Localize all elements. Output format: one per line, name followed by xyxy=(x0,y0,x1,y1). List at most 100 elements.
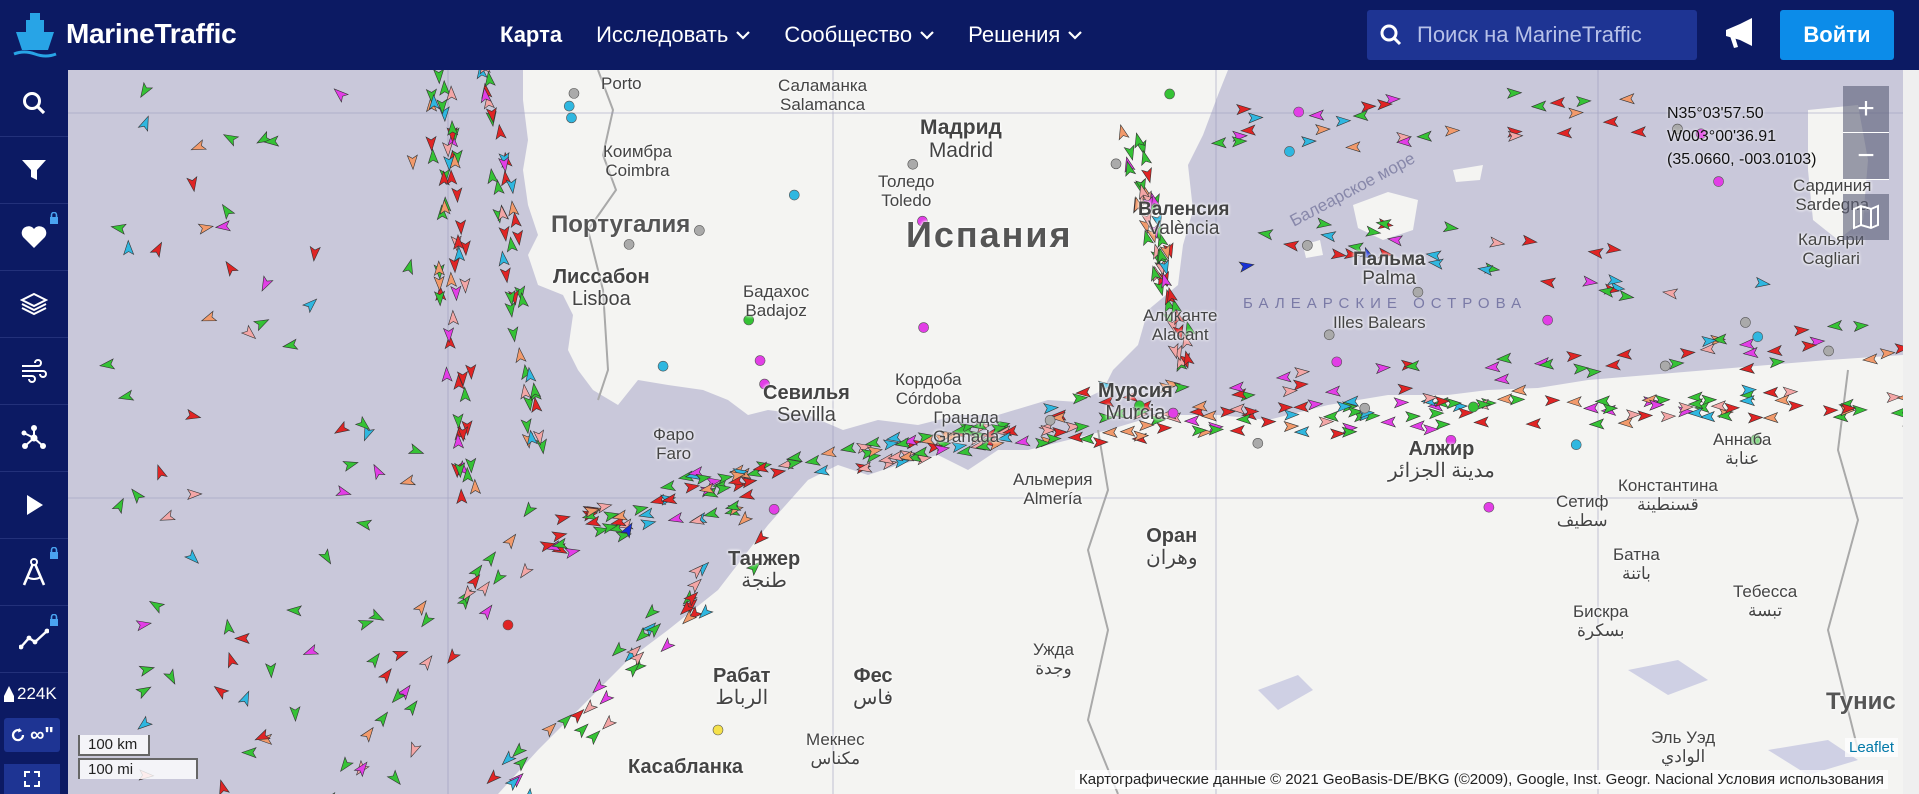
vessel-marker[interactable] xyxy=(1238,260,1255,273)
vessel-marker[interactable] xyxy=(469,478,482,495)
vessel-marker[interactable] xyxy=(216,779,230,794)
sidebar-routes[interactable] xyxy=(0,405,68,472)
vessel-marker[interactable] xyxy=(511,229,525,246)
vessel-marker[interactable] xyxy=(1210,137,1227,149)
vessel-marker[interactable] xyxy=(804,454,821,467)
vessel-marker[interactable] xyxy=(484,769,502,787)
vessel-marker[interactable] xyxy=(459,277,471,294)
vessel-marker[interactable] xyxy=(302,295,320,314)
vessel-marker[interactable] xyxy=(494,123,507,140)
vessel-marker[interactable] xyxy=(505,178,518,195)
vessel-marker[interactable] xyxy=(703,507,720,521)
vessel-marker[interactable] xyxy=(135,715,153,733)
vessel-marker[interactable] xyxy=(1052,427,1068,439)
vessel-marker[interactable] xyxy=(1324,385,1341,397)
vessel-marker[interactable] xyxy=(1444,125,1461,137)
vessel-anchored-marker[interactable] xyxy=(788,189,800,201)
vessel-marker[interactable] xyxy=(110,222,127,235)
vessel-marker[interactable] xyxy=(486,168,499,185)
vessel-marker[interactable] xyxy=(1668,358,1685,370)
vessel-marker[interactable] xyxy=(642,603,661,622)
vessel-marker[interactable] xyxy=(1316,217,1333,230)
sidebar-fleets[interactable] xyxy=(0,204,68,271)
vessel-anchored-marker[interactable] xyxy=(657,360,669,372)
vessel-marker[interactable] xyxy=(1699,343,1716,355)
vessel-marker[interactable] xyxy=(1320,230,1337,243)
vessel-marker[interactable] xyxy=(667,511,685,526)
vessel-marker[interactable] xyxy=(218,202,236,220)
vessel-marker[interactable] xyxy=(149,240,166,258)
vessel-marker[interactable] xyxy=(507,200,520,217)
vessel-marker[interactable] xyxy=(441,366,453,383)
vessel-marker[interactable] xyxy=(1308,109,1325,121)
vessel-anchored-marker[interactable] xyxy=(1044,414,1056,426)
vessel-marker[interactable] xyxy=(418,653,436,671)
vessel-marker[interactable] xyxy=(331,85,349,103)
vessel-anchored-marker[interactable] xyxy=(768,504,780,515)
vessel-marker[interactable] xyxy=(433,275,445,292)
vessel-marker[interactable] xyxy=(1425,249,1442,262)
vessel-marker[interactable] xyxy=(138,663,155,677)
search-box[interactable] xyxy=(1367,10,1697,60)
vessel-marker[interactable] xyxy=(1173,382,1190,394)
vessel-marker[interactable] xyxy=(482,549,499,568)
vessel-marker[interactable] xyxy=(535,438,549,455)
vessel-marker[interactable] xyxy=(1292,379,1309,391)
vessel-marker[interactable] xyxy=(1894,343,1903,355)
vessel-anchored-marker[interactable] xyxy=(918,322,929,333)
vessel-marker[interactable] xyxy=(769,466,787,479)
vessel-marker[interactable] xyxy=(433,70,445,85)
vessel-marker[interactable] xyxy=(519,383,532,400)
nav-solutions[interactable]: Решения xyxy=(968,22,1083,48)
vessel-marker[interactable] xyxy=(369,462,386,481)
vessel-marker[interactable] xyxy=(366,650,383,669)
vessel-marker[interactable] xyxy=(1330,248,1347,261)
vessel-marker[interactable] xyxy=(1549,96,1566,109)
vessel-anchored-marker[interactable] xyxy=(1823,345,1834,357)
vessel-marker[interactable] xyxy=(222,259,239,277)
vessel-marker[interactable] xyxy=(406,741,422,759)
vessel-anchored-marker[interactable] xyxy=(1570,439,1582,451)
vessel-marker[interactable] xyxy=(135,683,153,700)
vessel-marker[interactable] xyxy=(241,747,257,759)
vessel-marker[interactable] xyxy=(402,258,416,276)
vessel-marker[interactable] xyxy=(564,545,581,559)
vessel-marker[interactable] xyxy=(520,501,538,519)
vessel-marker[interactable] xyxy=(222,618,235,635)
vessel-marker[interactable] xyxy=(476,579,493,597)
leaflet-link[interactable]: Leaflet xyxy=(1845,738,1899,757)
vessel-marker[interactable] xyxy=(447,309,460,326)
vessel-marker[interactable] xyxy=(123,239,135,256)
vessel-marker[interactable] xyxy=(497,250,510,267)
vessel-anchored-marker[interactable] xyxy=(568,88,580,99)
vessel-anchored-marker[interactable] xyxy=(1164,88,1175,100)
vessel-anchored-marker[interactable] xyxy=(1252,438,1264,449)
vessel-marker[interactable] xyxy=(1293,401,1309,413)
vessel-marker[interactable] xyxy=(456,488,468,505)
sidebar-weather[interactable] xyxy=(0,338,68,405)
vessel-marker[interactable] xyxy=(418,611,435,630)
vessel-anchored-marker[interactable] xyxy=(712,724,724,736)
vessel-marker[interactable] xyxy=(321,790,338,794)
vessel-marker[interactable] xyxy=(1662,287,1679,300)
vessel-marker[interactable] xyxy=(399,474,417,488)
vessel-marker[interactable] xyxy=(158,509,176,525)
refresh-loop-button[interactable]: ∞" xyxy=(4,718,60,752)
vessel-marker[interactable] xyxy=(507,326,520,343)
vessel-marker[interactable] xyxy=(551,529,568,543)
vessel-marker[interactable] xyxy=(1315,124,1331,136)
vessel-marker[interactable] xyxy=(659,479,677,493)
vessel-marker[interactable] xyxy=(459,386,471,403)
vessel-marker[interactable] xyxy=(137,114,153,132)
vessel-marker[interactable] xyxy=(506,236,518,253)
logo[interactable]: MarineTraffic xyxy=(10,10,237,58)
vessel-marker[interactable] xyxy=(478,602,495,621)
vessel-marker[interactable] xyxy=(490,568,507,587)
vessel-marker[interactable] xyxy=(1582,275,1599,288)
vessel-anchored-marker[interactable] xyxy=(623,239,635,250)
vessel-marker[interactable] xyxy=(1416,130,1433,142)
vessel-marker[interactable] xyxy=(1630,126,1647,138)
vessel-marker[interactable] xyxy=(1043,402,1060,415)
search-input[interactable] xyxy=(1415,21,1689,49)
vessel-anchored-marker[interactable] xyxy=(1293,106,1304,118)
